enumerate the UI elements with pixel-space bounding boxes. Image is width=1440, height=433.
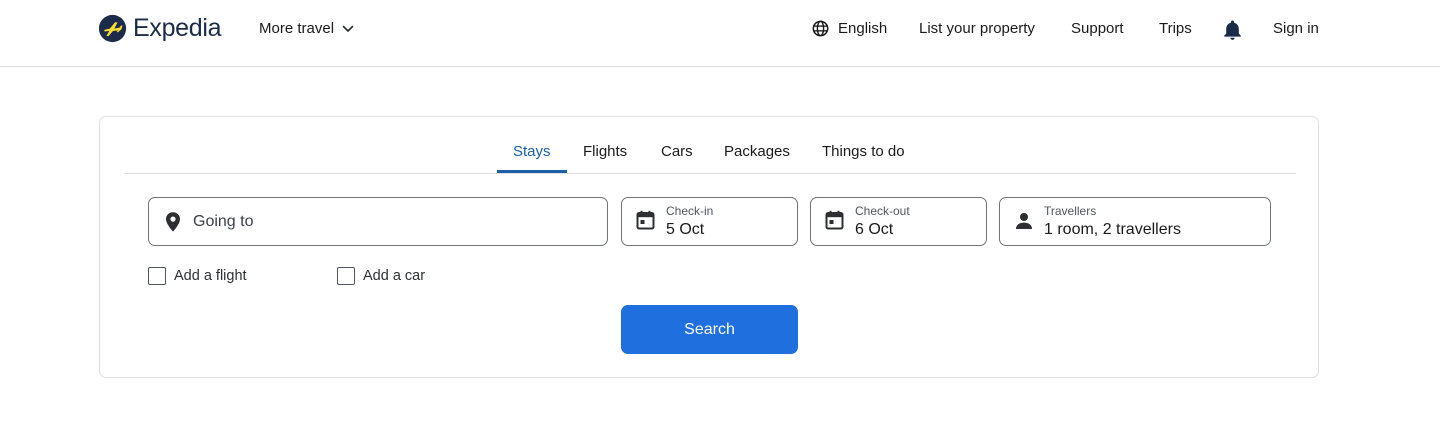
language-selector[interactable]: English [812, 20, 887, 37]
globe-icon [812, 20, 829, 37]
bell-icon[interactable] [1223, 19, 1242, 41]
check-out-field[interactable]: Check-out 6 Oct [810, 197, 987, 246]
travellers-value: 1 room, 2 travellers [1044, 221, 1181, 238]
calendar-icon [825, 210, 844, 230]
travellers-field[interactable]: Travellers 1 room, 2 travellers [999, 197, 1271, 246]
add-flight-checkbox[interactable]: Add a flight [148, 267, 247, 285]
more-travel-dropdown[interactable]: More travel [259, 20, 354, 37]
tab-stays[interactable]: Stays [513, 143, 551, 160]
map-pin-icon [166, 212, 180, 232]
list-your-property-link[interactable]: List your property [919, 20, 1035, 37]
brand-name: Expedia [133, 14, 222, 42]
trips-link[interactable]: Trips [1159, 20, 1192, 37]
tab-packages[interactable]: Packages [724, 143, 790, 160]
plane-logo-icon [98, 14, 127, 43]
support-link[interactable]: Support [1071, 20, 1124, 37]
travellers-label: Travellers [1044, 204, 1097, 218]
calendar-icon [636, 210, 655, 230]
search-card: Stays Flights Cars Packages Things to do… [99, 116, 1319, 378]
check-in-field[interactable]: Check-in 5 Oct [621, 197, 798, 246]
going-to-placeholder: Going to [193, 213, 254, 230]
expedia-logo[interactable]: Expedia [98, 14, 222, 43]
check-in-label: Check-in [666, 204, 714, 218]
top-header: Expedia More travel English List your pr… [0, 0, 1440, 67]
search-tabs: Stays Flights Cars Packages Things to do [124, 117, 1296, 174]
language-label: English [838, 20, 888, 37]
sign-in-link[interactable]: Sign in [1273, 20, 1319, 37]
checkbox-box[interactable] [148, 267, 166, 285]
tab-things-to-do[interactable]: Things to do [822, 143, 905, 160]
search-button[interactable]: Search [621, 305, 798, 354]
add-car-label: Add a car [363, 268, 426, 284]
checkbox-box[interactable] [337, 267, 355, 285]
more-travel-label: More travel [259, 20, 335, 37]
active-tab-indicator [497, 170, 567, 173]
chevron-down-icon [342, 25, 354, 32]
person-icon [1016, 213, 1032, 229]
going-to-field[interactable]: Going to [148, 197, 608, 246]
check-out-value: 6 Oct [855, 221, 894, 238]
check-in-value: 5 Oct [666, 221, 705, 238]
tab-cars[interactable]: Cars [661, 143, 693, 160]
add-car-checkbox[interactable]: Add a car [337, 267, 425, 285]
add-flight-label: Add a flight [174, 268, 247, 284]
check-out-label: Check-out [855, 204, 910, 218]
tab-flights[interactable]: Flights [583, 143, 627, 160]
